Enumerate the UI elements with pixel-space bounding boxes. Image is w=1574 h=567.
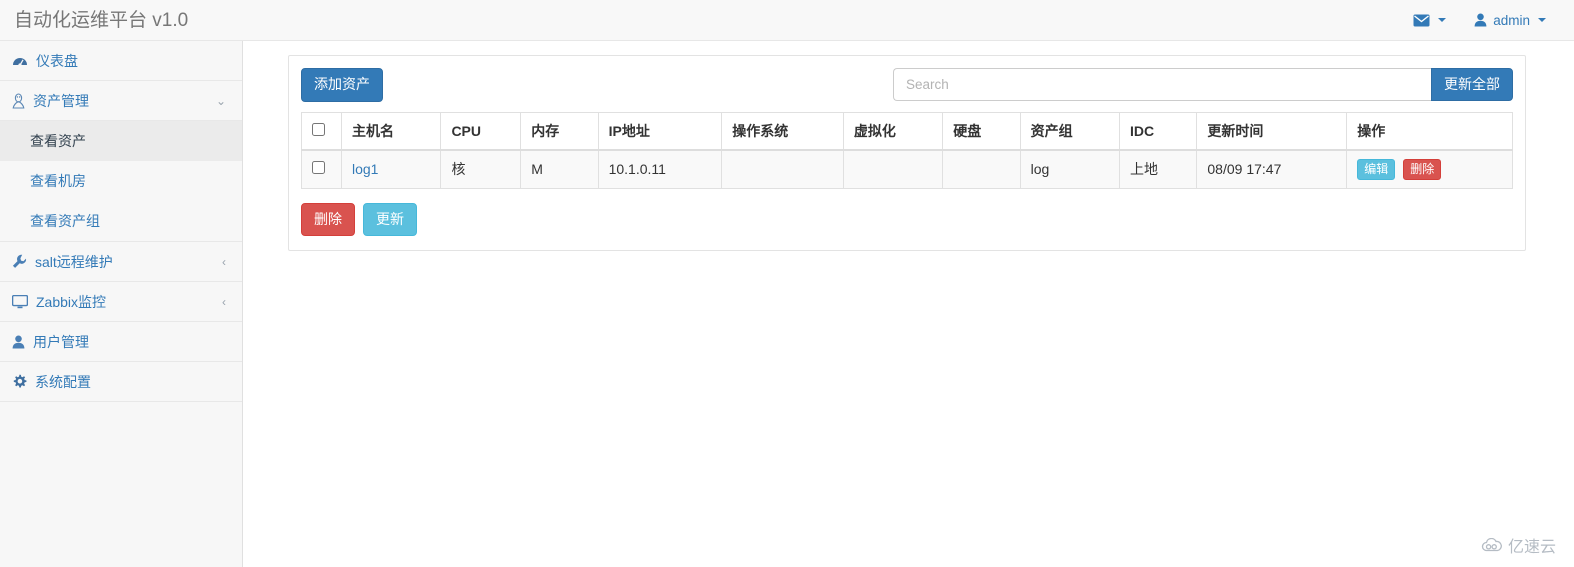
sidebar-subitem-view-idc[interactable]: 查看机房: [0, 161, 242, 201]
table-header-disk: 硬盘: [942, 112, 1021, 151]
wrench-icon: [12, 254, 27, 269]
chevron-left-icon: ‹: [222, 254, 226, 269]
sidebar-submenu-asset-management: 查看资产 查看机房 查看资产组: [0, 121, 242, 242]
gear-icon: [12, 374, 27, 389]
cloud-icon: [1481, 538, 1503, 552]
cell-os: [721, 149, 844, 189]
table-row: log1 核 M 10.1.0.11 log 上地 08/09 17:47 编辑: [301, 149, 1513, 189]
table-header-updated-at: 更新时间: [1196, 112, 1348, 151]
table-header-ip: IP地址: [597, 112, 723, 151]
add-asset-button[interactable]: 添加资产: [301, 68, 383, 102]
bulk-update-button[interactable]: 更新: [363, 202, 417, 237]
watermark-text: 亿速云: [1507, 539, 1556, 556]
cell-asset-group: log: [1019, 149, 1121, 189]
table-header-hostname: 主机名: [340, 112, 442, 151]
table-header-os: 操作系统: [721, 112, 844, 151]
table-header-operations: 操作: [1346, 112, 1513, 151]
edit-button[interactable]: 编辑: [1357, 159, 1396, 180]
dashboard-icon: [12, 54, 28, 67]
delete-row-button[interactable]: 删除: [1403, 159, 1442, 180]
table-header-idc: IDC: [1119, 112, 1198, 151]
asset-list-panel: 添加资产 更新全部 主机名 CPU 内存 IP地址: [288, 55, 1526, 252]
panel-toolbar: 添加资产 更新全部: [301, 68, 1513, 102]
sidebar-item-label: 资产管理: [33, 92, 89, 109]
chevron-down-icon: [1538, 18, 1546, 22]
watermark: 亿速云: [1481, 533, 1556, 557]
cell-idc: 上地: [1119, 149, 1198, 189]
sidebar-item-label: 仪表盘: [36, 52, 78, 69]
main-content: 添加资产 更新全部 主机名 CPU 内存 IP地址: [244, 41, 1574, 567]
update-all-button[interactable]: 更新全部: [1431, 68, 1513, 101]
select-all-checkbox[interactable]: [312, 123, 325, 136]
sidebar-item-salt-remote[interactable]: salt远程维护 ‹: [0, 242, 242, 282]
navbar-right-group: admin: [1399, 0, 1574, 40]
search-group: 更新全部: [893, 68, 1513, 101]
cell-ip: 10.1.0.11: [597, 149, 723, 189]
hostname-link[interactable]: log1: [352, 161, 378, 177]
chevron-down-icon: [1438, 18, 1447, 22]
envelope-icon: [1413, 14, 1430, 27]
asset-table: 主机名 CPU 内存 IP地址 操作系统 虚拟化 硬盘 资产组 IDC 更新时间…: [301, 112, 1513, 189]
sidebar-item-label: salt远程维护: [35, 253, 113, 270]
cell-disk: [942, 149, 1021, 189]
cell-updated-at: 08/09 17:47: [1196, 149, 1348, 189]
app-root: 自动化运维平台 v1.0 admin 仪表盘 资产管理 ⌄ 查看资产 查看机房 …: [0, 0, 1574, 567]
table-header-row: 主机名 CPU 内存 IP地址 操作系统 虚拟化 硬盘 资产组 IDC 更新时间…: [301, 112, 1513, 151]
table-header-memory: 内存: [520, 112, 599, 151]
row-select-checkbox[interactable]: [312, 161, 325, 175]
panel-footer-buttons: 删除 更新: [301, 202, 1513, 237]
user-icon: [1474, 13, 1487, 27]
sidebar-item-label: 用户管理: [33, 333, 89, 350]
sidebar: 仪表盘 资产管理 ⌄ 查看资产 查看机房 查看资产组 salt远程维护 ‹ Za…: [0, 41, 243, 567]
cell-cpu: 核: [440, 149, 522, 189]
chevron-left-icon: ‹: [222, 294, 226, 309]
sidebar-item-label: 系统配置: [35, 373, 91, 390]
user-name-label: admin: [1493, 12, 1530, 28]
table-header-select-all: [301, 112, 342, 151]
table-header-virtualization: 虚拟化: [842, 112, 944, 151]
cell-virtualization: [842, 149, 944, 189]
cell-memory: M: [520, 149, 599, 189]
sidebar-item-system-config[interactable]: 系统配置: [0, 362, 242, 402]
asset-table-head: 主机名 CPU 内存 IP地址 操作系统 虚拟化 硬盘 资产组 IDC 更新时间…: [301, 112, 1513, 151]
chevron-down-icon: ⌄: [215, 93, 226, 108]
search-input[interactable]: [893, 68, 1431, 101]
sidebar-subitem-view-asset-groups[interactable]: 查看资产组: [0, 201, 242, 241]
cell-hostname: log1: [340, 149, 442, 189]
desktop-icon: [12, 294, 28, 309]
sidebar-item-user-management[interactable]: 用户管理: [0, 322, 242, 362]
messages-menu[interactable]: [1399, 0, 1460, 40]
app-title: 自动化运维平台 v1.0: [14, 9, 189, 31]
user-menu[interactable]: admin: [1460, 0, 1560, 40]
sidebar-subitem-view-assets[interactable]: 查看资产: [0, 121, 242, 161]
cell-operations: 编辑 删除: [1346, 149, 1513, 189]
row-select-cell: [301, 149, 342, 189]
sidebar-item-dashboard[interactable]: 仪表盘: [0, 41, 242, 81]
sidebar-item-zabbix-monitor[interactable]: Zabbix监控 ‹: [0, 282, 242, 322]
linux-penguin-icon: [12, 92, 25, 109]
table-header-cpu: CPU: [440, 112, 522, 151]
table-header-asset-group: 资产组: [1019, 112, 1121, 151]
top-navbar: 自动化运维平台 v1.0 admin: [0, 0, 1574, 41]
sidebar-item-label: Zabbix监控: [36, 293, 107, 310]
asset-table-body: log1 核 M 10.1.0.11 log 上地 08/09 17:47 编辑: [301, 149, 1513, 189]
bulk-delete-button[interactable]: 删除: [301, 202, 355, 237]
user-icon: [12, 335, 25, 349]
sidebar-item-asset-management[interactable]: 资产管理 ⌄: [0, 81, 242, 121]
